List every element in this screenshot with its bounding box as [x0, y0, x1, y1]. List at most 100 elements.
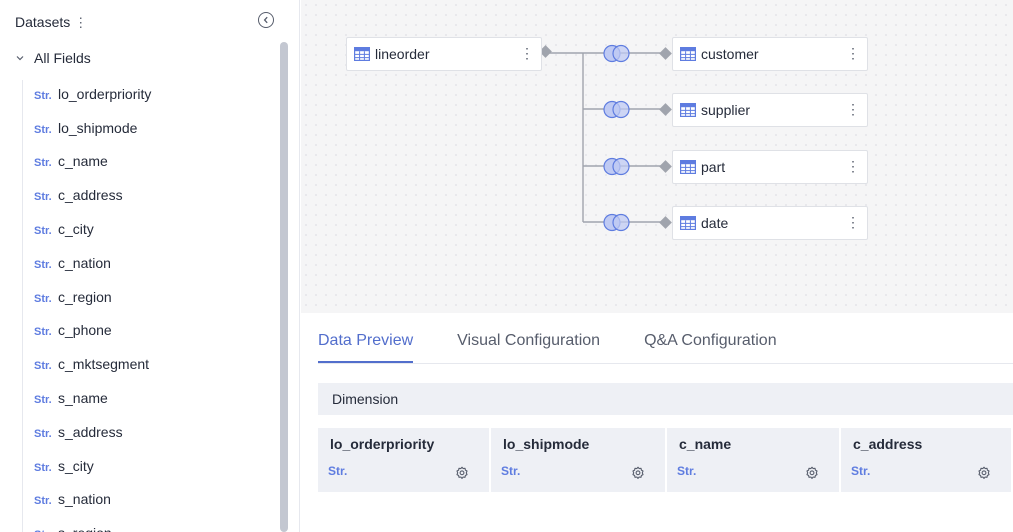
column-name: c_address: [853, 436, 923, 452]
field-name: lo_shipmode: [58, 119, 138, 136]
table-node-customer[interactable]: customer ⋮: [672, 37, 868, 71]
field-type-tag: Str.: [34, 495, 52, 508]
field-type-tag: Str.: [34, 258, 52, 271]
table-node-label: lineorder: [375, 46, 430, 62]
gear-icon[interactable]: [455, 466, 469, 480]
field-item[interactable]: Str. s_city: [34, 449, 274, 483]
field-name: lo_orderpriority: [58, 85, 152, 102]
field-list: Str. lo_orderpriority Str. lo_shipmode Str. c…: [34, 77, 274, 532]
column-name: lo_orderpriority: [330, 436, 435, 452]
venn-join-icon[interactable]: [603, 157, 630, 176]
field-name: s_region: [58, 525, 112, 532]
field-item[interactable]: Str. c_phone: [34, 314, 274, 348]
field-type-tag: Str.: [34, 427, 52, 440]
field-name: s_name: [58, 390, 108, 407]
field-type-tag: Str.: [34, 191, 52, 204]
column-name: c_name: [679, 436, 732, 452]
sidebar-title: Datasets: [15, 14, 71, 30]
node-more-icon[interactable]: ⋮: [520, 46, 534, 60]
field-item[interactable]: Str.s_region: [34, 516, 274, 532]
model-canvas[interactable]: lineorder ⋮ customer ⋮ supplier ⋮ part ⋮ date ⋮: [301, 0, 1013, 313]
field-item[interactable]: Str. c_address: [34, 178, 274, 212]
column-type-tag: Str.: [677, 464, 697, 478]
table-grid-icon: [680, 103, 696, 117]
field-item[interactable]: Str. s_name: [34, 381, 274, 415]
field-type-tag: Str.: [34, 326, 52, 339]
table-node-label: customer: [701, 46, 759, 62]
field-name: s_nation: [58, 491, 111, 508]
column-header[interactable]: lo_orderpriority Str.: [318, 428, 491, 492]
sidebar-more-icon[interactable]: ⋮: [74, 16, 87, 29]
gear-icon[interactable]: [805, 466, 819, 480]
field-name: c_nation: [58, 254, 111, 271]
dim-connector-diamond: [659, 47, 672, 60]
field-item[interactable]: Str. lo_orderpriority: [34, 77, 274, 111]
field-type-tag: Str.: [34, 123, 52, 136]
tree-root-label: All Fields: [34, 50, 91, 66]
field-name: c_name: [58, 153, 108, 170]
preview-columns: lo_orderpriority Str. lo_shipmode Str. c_nam…: [318, 428, 1013, 492]
field-item[interactable]: Str. c_region: [34, 280, 274, 314]
field-item[interactable]: Str. s_nation: [34, 483, 274, 517]
dimension-section-header: Dimension: [318, 383, 1013, 415]
sidebar-scrollbar[interactable]: [280, 42, 288, 532]
field-item[interactable]: Str. s_address: [34, 415, 274, 449]
app-root: Datasets ⋮ All Fields Str. lo_orderpriori…: [0, 0, 1013, 532]
tabs-divider: [318, 363, 1013, 364]
field-type-tag: Str.: [34, 461, 52, 474]
dim-connector-diamond: [659, 103, 672, 116]
collapse-sidebar-icon[interactable]: [258, 12, 274, 28]
table-grid-icon: [680, 160, 696, 174]
field-name: c_address: [58, 187, 123, 204]
table-grid-icon: [354, 47, 370, 61]
venn-join-icon[interactable]: [603, 213, 630, 232]
column-header[interactable]: c_address Str.: [841, 428, 1013, 492]
field-type-tag: Str.: [34, 360, 52, 373]
table-node-date[interactable]: date ⋮: [672, 206, 868, 240]
column-header[interactable]: c_name Str.: [667, 428, 841, 492]
table-grid-icon: [680, 216, 696, 230]
gear-icon[interactable]: [977, 466, 991, 480]
field-name: c_region: [58, 288, 112, 305]
field-name: c_city: [58, 221, 94, 238]
column-header[interactable]: lo_shipmode Str.: [491, 428, 667, 492]
node-more-icon[interactable]: ⋮: [846, 46, 860, 60]
field-name: s_city: [58, 457, 94, 474]
field-type-tag: Str.: [34, 292, 52, 305]
field-item[interactable]: Str. c_name: [34, 145, 274, 179]
node-more-icon[interactable]: ⋮: [846, 102, 860, 116]
venn-join-icon[interactable]: [603, 100, 630, 119]
column-name: lo_shipmode: [503, 436, 590, 452]
table-node-label: date: [701, 215, 729, 231]
field-item[interactable]: Str. c_city: [34, 212, 274, 246]
table-node-label: part: [701, 159, 726, 175]
field-type-tag: Str.: [34, 225, 52, 238]
tree-guide-line: [22, 80, 23, 532]
field-item[interactable]: Str. c_mktsegment: [34, 347, 274, 381]
table-node-lineorder[interactable]: lineorder ⋮: [346, 37, 542, 71]
node-more-icon[interactable]: ⋮: [846, 215, 860, 229]
datasets-sidebar: Datasets ⋮ All Fields Str. lo_orderpriori…: [0, 0, 300, 532]
field-item[interactable]: Str. lo_shipmode: [34, 111, 274, 145]
tab-visual-configuration[interactable]: Visual Configuration: [457, 332, 600, 364]
gear-icon[interactable]: [631, 466, 645, 480]
tree-root-all-fields[interactable]: All Fields: [14, 50, 91, 66]
config-panel: Data Preview Visual Configuration Q&A Conf…: [301, 313, 1013, 532]
venn-join-icon[interactable]: [603, 44, 630, 63]
table-node-label: supplier: [701, 102, 751, 118]
column-type-tag: Str.: [851, 464, 871, 478]
table-node-part[interactable]: part ⋮: [672, 150, 868, 184]
field-type-tag: Str.: [34, 157, 52, 170]
tab-data-preview[interactable]: Data Preview: [318, 332, 414, 364]
column-type-tag: Str.: [328, 464, 348, 478]
dim-connector-diamond: [659, 160, 672, 173]
config-tabs: Data Preview Visual Configuration Q&A Conf…: [318, 332, 821, 364]
field-item[interactable]: Str. c_nation: [34, 246, 274, 280]
tab-q-a-configuration[interactable]: Q&A Configuration: [644, 332, 777, 364]
dim-connector-diamond: [659, 216, 672, 229]
field-name: c_mktsegment: [58, 356, 150, 373]
field-name: c_phone: [58, 322, 112, 339]
chevron-down-icon[interactable]: [14, 52, 26, 64]
table-node-supplier[interactable]: supplier ⋮: [672, 93, 868, 127]
node-more-icon[interactable]: ⋮: [846, 159, 860, 173]
